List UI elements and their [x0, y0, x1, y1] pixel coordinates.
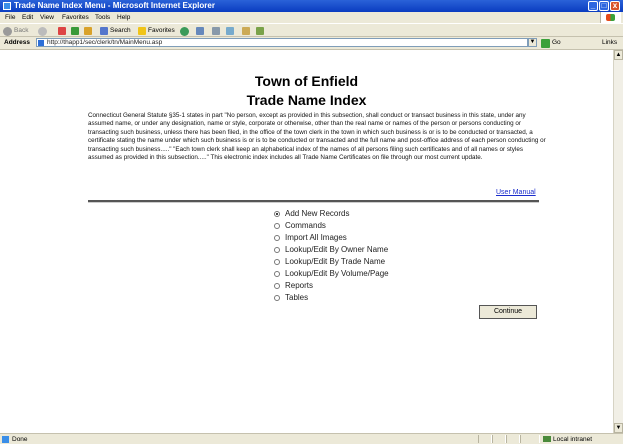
vertical-scrollbar[interactable]: ▲ ▼: [613, 50, 623, 433]
window-title: Trade Name Index Menu - Microsoft Intern…: [14, 1, 215, 10]
status-pane: [506, 435, 520, 443]
search-icon: [100, 27, 108, 35]
menu-bar: File Edit View Favorites Tools Help: [0, 12, 623, 23]
minimize-button[interactable]: _: [588, 1, 598, 11]
page-content: Town of Enfield Trade Name Index Connect…: [0, 50, 613, 433]
page-subtitle: Trade Name Index: [246, 92, 367, 108]
mail-icon: [196, 27, 204, 35]
home-button[interactable]: [84, 24, 94, 38]
back-arrow-icon: [3, 26, 12, 36]
history-icon: [180, 26, 189, 36]
radio-button[interactable]: [274, 295, 280, 301]
discuss-icon: [242, 27, 250, 35]
radio-button[interactable]: [274, 271, 280, 277]
menu-view[interactable]: View: [40, 12, 54, 23]
back-label: Back: [14, 27, 29, 34]
address-label: Address: [4, 39, 31, 46]
go-label: Go: [552, 39, 561, 46]
radio-button[interactable]: [274, 259, 280, 265]
option-label: Lookup/Edit By Volume/Page: [285, 269, 389, 278]
option-label: Commands: [285, 221, 326, 230]
option-label: Lookup/Edit By Owner Name: [285, 245, 389, 254]
ie-icon: [3, 2, 11, 10]
forward-arrow-icon: [38, 26, 47, 36]
menu-edit[interactable]: Edit: [22, 12, 33, 23]
search-label: Search: [110, 27, 131, 34]
maximize-button[interactable]: □: [599, 1, 609, 11]
mail-button[interactable]: [196, 24, 206, 38]
radio-button[interactable]: [274, 283, 280, 289]
favorites-star-icon: [138, 27, 146, 35]
radio-button[interactable]: [274, 223, 280, 229]
menu-help[interactable]: Help: [117, 12, 130, 23]
security-zone: Local intranet: [543, 434, 592, 445]
home-icon: [84, 27, 92, 35]
refresh-button[interactable]: [71, 24, 81, 38]
address-url: http://thapp1/sec/clerk/tn/MainMenu.asp: [47, 39, 163, 46]
status-bar: Done Local intranet: [0, 433, 623, 444]
continue-button[interactable]: Continue: [479, 305, 537, 319]
toolbar: Back Search Favorites: [0, 23, 623, 37]
user-manual-link[interactable]: User Manual: [496, 189, 536, 196]
edit-button[interactable]: [226, 24, 236, 38]
menu-file[interactable]: File: [5, 12, 15, 23]
go-arrow-icon: [541, 38, 550, 48]
close-button[interactable]: x: [610, 1, 620, 11]
option-label: Lookup/Edit By Trade Name: [285, 257, 386, 266]
divider-shadow: [88, 202, 539, 203]
links-button[interactable]: Links: [602, 37, 617, 49]
status-pane: [478, 435, 492, 443]
discuss-button[interactable]: [242, 24, 252, 38]
option-label: Tables: [285, 293, 309, 302]
search-button[interactable]: Search: [100, 24, 131, 38]
title-bar: Trade Name Index Menu - Microsoft Intern…: [0, 0, 623, 12]
scroll-down-arrow-icon[interactable]: ▼: [614, 423, 623, 433]
address-dropdown-button[interactable]: ▼: [528, 38, 537, 47]
favorites-button[interactable]: Favorites: [138, 24, 175, 38]
radio-button[interactable]: [274, 211, 280, 217]
radio-button[interactable]: [274, 247, 280, 253]
address-bar: Address http://thapp1/sec/clerk/tn/MainM…: [0, 37, 623, 50]
page-title: Town of Enfield: [254, 73, 359, 89]
history-button[interactable]: [180, 24, 191, 38]
messenger-button[interactable]: [256, 24, 266, 38]
go-button[interactable]: Go: [541, 38, 561, 48]
favorites-label: Favorites: [148, 27, 175, 34]
menu-tools[interactable]: Tools: [95, 12, 110, 23]
edit-icon: [226, 27, 234, 35]
option-label: Add New Records: [285, 209, 350, 218]
messenger-icon: [256, 27, 264, 35]
option-label: Reports: [285, 281, 314, 290]
address-input[interactable]: http://thapp1/sec/clerk/tn/MainMenu.asp: [36, 38, 528, 47]
status-text: Done: [12, 436, 28, 443]
refresh-icon: [71, 27, 79, 35]
radio-button[interactable]: [274, 235, 280, 241]
stop-button[interactable]: [58, 24, 68, 38]
windows-logo-icon: [600, 12, 621, 23]
status-pane: [492, 435, 506, 443]
intranet-icon: [543, 436, 551, 443]
back-button[interactable]: Back: [3, 24, 28, 38]
scroll-up-arrow-icon[interactable]: ▲: [614, 50, 623, 60]
zone-label: Local intranet: [553, 436, 593, 443]
forward-button[interactable]: [38, 24, 49, 38]
status-pane: [520, 435, 540, 443]
statute-paragraph: Connecticut General Statute §35-1 states…: [88, 112, 546, 162]
option-label: Import All Images: [285, 233, 347, 242]
browser-window: Trade Name Index Menu - Microsoft Intern…: [0, 0, 623, 444]
print-button[interactable]: [212, 24, 222, 38]
page-done-icon: [2, 436, 9, 443]
stop-icon: [58, 27, 66, 35]
page-icon: [38, 40, 44, 46]
menu-favorites[interactable]: Favorites: [62, 12, 89, 23]
print-icon: [212, 27, 220, 35]
